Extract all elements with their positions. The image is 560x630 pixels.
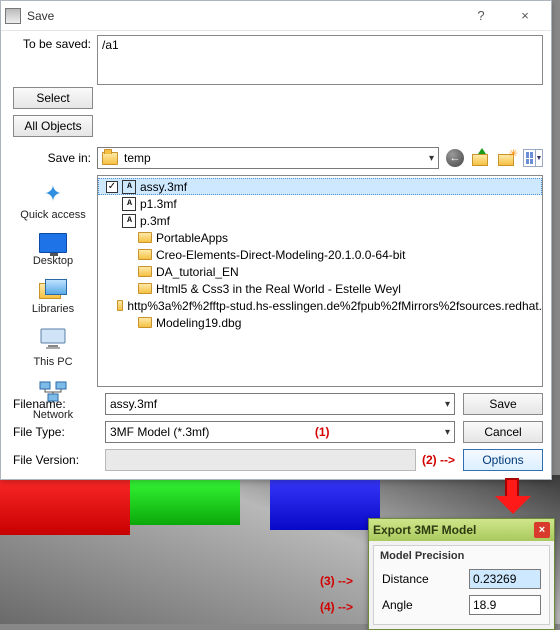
file-row[interactable]: Modeling19.dbg	[98, 314, 542, 331]
file-name: Html5 & Css3 in the Real World - Estelle…	[156, 282, 401, 296]
place-this-pc[interactable]: This PC	[33, 327, 72, 368]
fileversion-label: File Version:	[9, 453, 97, 467]
file-name: assy.3mf	[140, 180, 187, 194]
export-3mf-panel: Export 3MF Model × Model Precision Dista…	[368, 518, 555, 630]
to-be-saved-label: To be saved:	[9, 35, 97, 51]
place-libraries-label: Libraries	[32, 303, 74, 315]
folder-icon	[138, 283, 152, 294]
model-precision-group: Model Precision Distance Angle	[373, 545, 550, 625]
filetype-label: File Type:	[9, 425, 97, 439]
this-pc-icon	[38, 327, 68, 354]
file-row[interactable]: PortableApps	[98, 229, 542, 246]
file-name: p.3mf	[140, 214, 170, 228]
filename-combo[interactable]: assy.3mf ▾	[105, 393, 455, 415]
3mf-file-icon: A	[122, 197, 136, 211]
folder-icon	[117, 300, 123, 311]
file-name: Creo-Elements-Direct-Modeling-20.1.0.0-6…	[156, 248, 405, 262]
save-button[interactable]: Save	[463, 393, 543, 415]
nav-up-button[interactable]	[471, 148, 491, 168]
filetype-value: 3MF Model (*.3mf)	[110, 425, 209, 439]
file-name: Modeling19.dbg	[156, 316, 241, 330]
annotation-4: (4) -->	[320, 600, 353, 614]
filename-label: Filename:	[9, 397, 97, 411]
panel-title[interactable]: Export 3MF Model ×	[369, 519, 554, 541]
place-quick-access-label: Quick access	[20, 209, 85, 221]
window-title: Save	[27, 9, 54, 23]
chevron-down-icon: ▾	[445, 427, 450, 438]
file-row[interactable]: DA_tutorial_EN	[98, 263, 542, 280]
angle-label: Angle	[382, 598, 461, 612]
file-name: DA_tutorial_EN	[156, 265, 239, 279]
save-dialog: Save ? × To be saved: /a1 Select All Obj…	[0, 0, 552, 480]
scene-cube-blue	[270, 475, 380, 530]
angle-input[interactable]	[469, 595, 541, 615]
view-menu-button[interactable]: ▼	[523, 148, 543, 168]
titlebar[interactable]: Save ? ×	[1, 1, 551, 31]
annotation-2: (2) -->	[422, 453, 455, 467]
save-in-label: Save in:	[9, 151, 97, 165]
panel-title-text: Export 3MF Model	[373, 523, 476, 537]
folder-icon	[138, 317, 152, 328]
file-row[interactable]: Ap1.3mf	[98, 195, 542, 212]
desktop-icon	[39, 233, 67, 253]
panel-close-button[interactable]: ×	[534, 522, 550, 538]
cancel-button[interactable]: Cancel	[463, 421, 543, 443]
3mf-file-icon: A	[122, 180, 136, 194]
select-button[interactable]: Select	[13, 87, 93, 109]
folder-up-icon	[472, 150, 490, 166]
window-icon	[5, 8, 21, 24]
place-desktop-label: Desktop	[33, 255, 73, 267]
checkbox-icon[interactable]: ✓	[106, 181, 118, 193]
file-row[interactable]: http%3a%2f%2fftp-stud.hs-esslingen.de%2f…	[98, 297, 542, 314]
file-row[interactable]: Html5 & Css3 in the Real World - Estelle…	[98, 280, 542, 297]
place-libraries[interactable]: Libraries	[32, 279, 74, 315]
chevron-down-icon: ▾	[445, 399, 450, 410]
libraries-icon	[39, 279, 67, 301]
folder-icon	[138, 266, 152, 277]
options-button[interactable]: Options	[463, 449, 543, 471]
scene-cube-green	[130, 475, 240, 525]
new-folder-button[interactable]: ✳	[497, 148, 517, 168]
file-row[interactable]: Ap.3mf	[98, 212, 542, 229]
fileversion-combo	[105, 449, 416, 471]
save-in-combo[interactable]: temp ▾	[97, 147, 439, 169]
nav-back-button[interactable]: ←	[445, 148, 465, 168]
arrow-left-icon: ←	[446, 149, 464, 167]
chevron-down-icon: ▾	[429, 153, 434, 164]
annotation-3: (3) -->	[320, 574, 353, 588]
places-bar: ✦ Quick access Desktop Libraries This PC	[9, 175, 97, 387]
to-be-saved-editor[interactable]: /a1	[97, 35, 543, 85]
distance-label: Distance	[382, 572, 461, 586]
file-row[interactable]: Creo-Elements-Direct-Modeling-20.1.0.0-6…	[98, 246, 542, 263]
view-grid-icon: ▼	[523, 149, 543, 167]
folder-icon	[138, 232, 152, 243]
place-desktop[interactable]: Desktop	[33, 233, 73, 267]
group-header: Model Precision	[376, 550, 547, 566]
all-objects-button[interactable]: All Objects	[13, 115, 93, 137]
place-quick-access[interactable]: ✦ Quick access	[20, 181, 85, 221]
scene-cube-red	[0, 475, 130, 535]
distance-input[interactable]	[469, 569, 541, 589]
file-name: http%3a%2f%2fftp-stud.hs-esslingen.de%2f…	[127, 299, 542, 313]
file-list[interactable]: ✓Aassy.3mfAp1.3mfAp.3mfPortableAppsCreo-…	[97, 175, 543, 387]
close-button[interactable]: ×	[503, 2, 547, 30]
filename-value: assy.3mf	[110, 397, 157, 411]
file-name: PortableApps	[156, 231, 228, 245]
help-button[interactable]: ?	[459, 2, 503, 30]
folder-icon	[138, 249, 152, 260]
file-row[interactable]: ✓ Aassy.3mf	[98, 178, 542, 195]
quick-access-icon: ✦	[44, 181, 62, 207]
annotation-1: (1)	[315, 425, 330, 439]
3mf-file-icon: A	[122, 214, 136, 228]
place-this-pc-label: This PC	[33, 356, 72, 368]
folder-icon	[102, 152, 118, 165]
annotation-arrow-down	[495, 478, 529, 516]
filetype-combo[interactable]: 3MF Model (*.3mf) (1) ▾	[105, 421, 455, 443]
save-in-value: temp	[124, 151, 151, 165]
file-name: p1.3mf	[140, 197, 177, 211]
new-folder-icon: ✳	[498, 150, 516, 166]
